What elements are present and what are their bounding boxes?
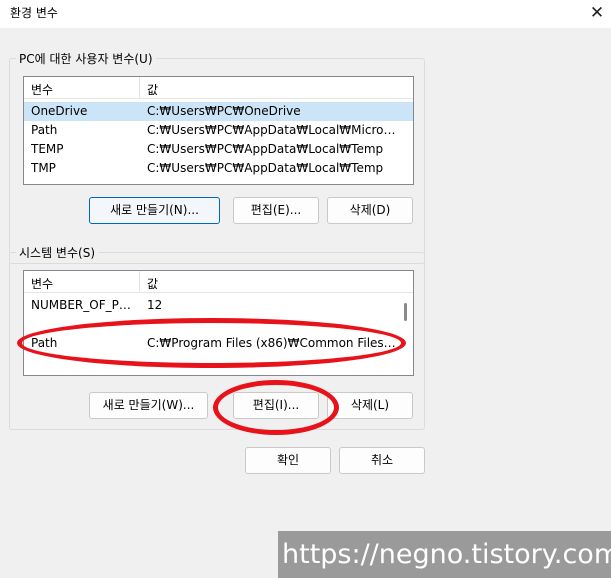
column-separator[interactable] xyxy=(139,271,140,292)
cell-name: Path xyxy=(31,123,58,137)
window-title: 환경 변수 xyxy=(10,6,58,20)
list-header: 변수 값 xyxy=(24,77,413,99)
user-delete-button[interactable]: 삭제(D) xyxy=(327,197,413,224)
cell-name: TEMP xyxy=(31,142,64,156)
header-value[interactable]: 값 xyxy=(147,275,158,292)
dialog-body: PC에 대한 사용자 변수(U) 변수 값 OneDrive C:₩Users₩… xyxy=(0,28,611,578)
scrollbar-thumb[interactable] xyxy=(404,303,407,321)
header-name[interactable]: 변수 xyxy=(31,275,53,292)
user-new-button[interactable]: 새로 만들기(N)... xyxy=(89,197,220,224)
system-variables-group: 시스템 변수(S) 변수 값 NUMBER_OF_PRO... 12 Path … xyxy=(9,244,425,430)
system-edit-button[interactable]: 편집(I)... xyxy=(233,392,319,419)
system-variables-list[interactable]: 변수 값 NUMBER_OF_PRO... 12 Path C:₩Program… xyxy=(23,270,414,376)
list-header: 변수 값 xyxy=(24,271,413,293)
user-variables-list[interactable]: 변수 값 OneDrive C:₩Users₩PC₩OneDrive Path … xyxy=(23,76,414,185)
user-variables-title: PC에 대한 사용자 변수(U) xyxy=(16,50,156,67)
list-item-temp[interactable]: TEMP C:₩Users₩PC₩AppData₩Local₩Temp xyxy=(24,140,413,159)
cell-value: C:₩Program Files (x86)₩Common Files₩Or..… xyxy=(147,336,397,350)
cell-name: TMP xyxy=(31,161,56,175)
system-new-button[interactable]: 새로 만들기(W)... xyxy=(89,392,208,419)
cell-name: Path xyxy=(31,336,58,350)
list-item-onedrive[interactable]: OneDrive C:₩Users₩PC₩OneDrive xyxy=(24,102,413,121)
list-scrollbar[interactable] xyxy=(401,293,413,375)
cell-value: C:₩Users₩PC₩OneDrive xyxy=(147,104,301,118)
cell-value: 12 xyxy=(147,298,163,312)
column-separator[interactable] xyxy=(139,77,140,98)
watermark: https://negno.tistory.com xyxy=(278,531,611,578)
list-item-path[interactable]: Path C:₩Program Files (x86)₩Common Files… xyxy=(24,334,413,353)
title-bar: 환경 변수 ✕ xyxy=(0,0,611,28)
header-name[interactable]: 변수 xyxy=(31,81,53,98)
cell-name: NUMBER_OF_PRO... xyxy=(31,298,137,312)
ok-button[interactable]: 확인 xyxy=(245,447,331,474)
header-value[interactable]: 값 xyxy=(147,81,158,98)
system-variables-title: 시스템 변수(S) xyxy=(16,244,98,261)
user-edit-button[interactable]: 편집(E)... xyxy=(233,197,319,224)
cell-value: C:₩Users₩PC₩AppData₩Local₩Temp xyxy=(147,161,384,175)
list-item-tmp[interactable]: TMP C:₩Users₩PC₩AppData₩Local₩Temp xyxy=(24,159,413,178)
close-icon[interactable]: ✕ xyxy=(586,2,608,24)
list-item-number-of-processors[interactable]: NUMBER_OF_PRO... 12 xyxy=(24,296,413,315)
cell-value: C:₩Users₩PC₩AppData₩Local₩Microsoft₩... xyxy=(147,123,397,137)
list-item-path[interactable]: Path C:₩Users₩PC₩AppData₩Local₩Microsoft… xyxy=(24,121,413,140)
cell-name: OneDrive xyxy=(31,104,88,118)
user-variables-group: PC에 대한 사용자 변수(U) 변수 값 OneDrive C:₩Users₩… xyxy=(9,50,425,264)
cancel-button[interactable]: 취소 xyxy=(339,447,425,474)
cell-value: C:₩Users₩PC₩AppData₩Local₩Temp xyxy=(147,142,384,156)
system-delete-button[interactable]: 삭제(L) xyxy=(327,392,413,419)
